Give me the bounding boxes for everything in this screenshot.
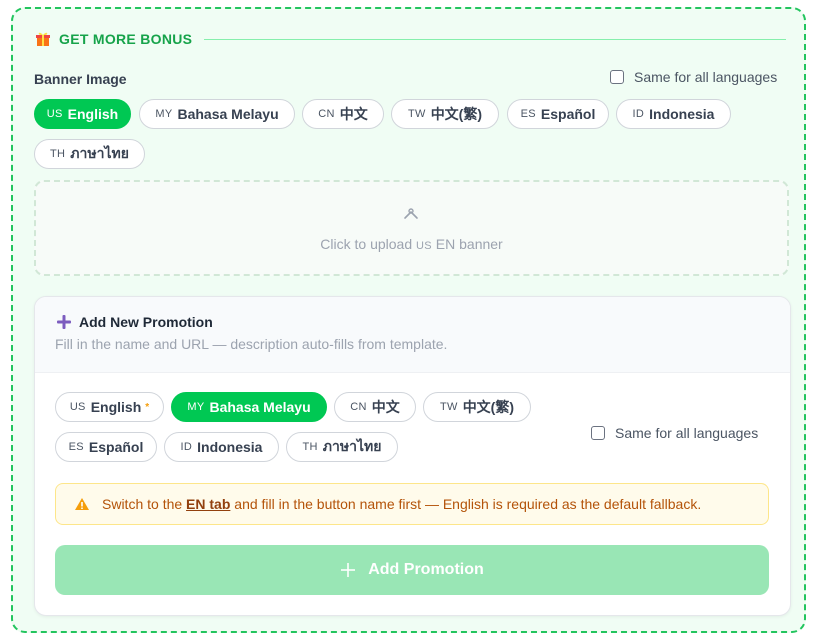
lang-code: ID — [180, 441, 193, 453]
lang-name: 中文 — [339, 106, 368, 122]
promo-tab-thai[interactable]: TH ภาษาไทย — [286, 432, 398, 462]
add-promotion-label: Add Promotion — [368, 561, 484, 578]
gift-icon — [36, 32, 50, 46]
banner-tab-chinese-traditional[interactable]: TW 中文(繁) — [391, 99, 499, 129]
promo-tab-bahasa-melayu[interactable]: MY Bahasa Melayu — [171, 392, 327, 422]
required-mark: * — [145, 401, 150, 413]
lang-code: ES — [68, 441, 84, 453]
lang-code: CN — [318, 108, 335, 120]
banner-same-for-all[interactable]: Same for all languages — [610, 69, 777, 85]
lang-code: ID — [632, 108, 645, 120]
promo-same-checkbox[interactable] — [591, 426, 605, 440]
banner-tab-chinese[interactable]: CN 中文 — [302, 99, 384, 129]
warning-text-after: and fill in the button name first — Engl… — [230, 496, 702, 512]
add-promotion-button[interactable]: Add Promotion — [55, 545, 769, 595]
lang-code: ES — [520, 108, 536, 120]
lang-name: 中文 — [371, 399, 400, 415]
card-header: Add New Promotion Fill in the name and U… — [35, 297, 790, 373]
upload-hint-code: US — [416, 240, 432, 252]
banner-upload-dropzone[interactable]: Click to upload US EN banner — [34, 180, 789, 276]
section-title: GET MORE BONUS — [59, 31, 193, 47]
promo-same-for-all[interactable]: Same for all languages — [591, 425, 758, 441]
lang-name: ภาษาไทย — [70, 145, 129, 161]
upload-hint: Click to upload US EN banner — [36, 236, 787, 252]
banner-tab-thai[interactable]: TH ภาษาไทย — [34, 139, 145, 169]
promo-tab-english[interactable]: US English * — [55, 392, 164, 422]
section-header: GET MORE BONUS — [35, 29, 786, 49]
banner-same-checkbox[interactable] — [610, 70, 624, 84]
lang-name: Indonesia — [649, 106, 715, 122]
lang-name: Español — [540, 106, 596, 122]
banner-tab-espanol[interactable]: ES Español — [507, 99, 609, 129]
banner-tab-bahasa-melayu[interactable]: MY Bahasa Melayu — [139, 99, 295, 129]
lang-code: US — [69, 401, 86, 413]
warning-text-before: Switch to the — [102, 496, 187, 512]
lang-code: TW — [407, 108, 426, 120]
add-promotion-card: Add New Promotion Fill in the name and U… — [34, 296, 791, 616]
lang-name: Bahasa Melayu — [209, 399, 311, 415]
upload-icon — [404, 208, 418, 219]
plus-icon — [341, 563, 356, 577]
promo-tab-chinese-traditional[interactable]: TW 中文(繁) — [423, 392, 531, 422]
lang-name: Indonesia — [197, 439, 263, 455]
upload-hint-prefix: Click to upload — [320, 236, 413, 252]
lang-code: TH — [302, 441, 318, 453]
promo-same-label: Same for all languages — [615, 425, 759, 441]
lang-code: MY — [155, 108, 173, 120]
lang-code: CN — [350, 401, 367, 413]
promo-tab-indonesia[interactable]: ID Indonesia — [164, 432, 279, 462]
lang-name: 中文(繁) — [462, 399, 515, 415]
warning-icon — [75, 498, 89, 510]
lang-code: TH — [50, 148, 66, 160]
banner-tab-indonesia[interactable]: ID Indonesia — [616, 99, 731, 129]
lang-code: US — [46, 108, 63, 120]
plus-icon — [57, 315, 71, 329]
promo-tab-espanol[interactable]: ES Español — [55, 432, 157, 462]
en-tab-link[interactable]: EN tab — [186, 496, 230, 512]
lang-name: English — [90, 399, 142, 415]
lang-code: TW — [439, 401, 458, 413]
section-divider — [204, 38, 786, 40]
lang-name: Bahasa Melayu — [177, 106, 279, 122]
bonus-section: GET MORE BONUS Banner Image Same for all… — [11, 7, 806, 633]
warning-banner: Switch to the EN tab and fill in the but… — [55, 483, 769, 525]
card-title: Add New Promotion — [79, 314, 213, 330]
upload-hint-suffix: EN banner — [435, 236, 503, 252]
banner-tab-english[interactable]: US English — [34, 99, 131, 129]
lang-name: Español — [88, 439, 144, 455]
banner-same-label: Same for all languages — [634, 69, 778, 85]
lang-name: English — [67, 106, 119, 122]
lang-name: ภาษาไทย — [322, 438, 382, 454]
lang-name: 中文(繁) — [430, 106, 483, 122]
banner-image-label: Banner Image — [34, 71, 127, 87]
lang-code: MY — [187, 401, 205, 413]
card-subtitle: Fill in the name and URL — description a… — [55, 336, 448, 352]
promo-tab-chinese[interactable]: CN 中文 — [334, 392, 416, 422]
